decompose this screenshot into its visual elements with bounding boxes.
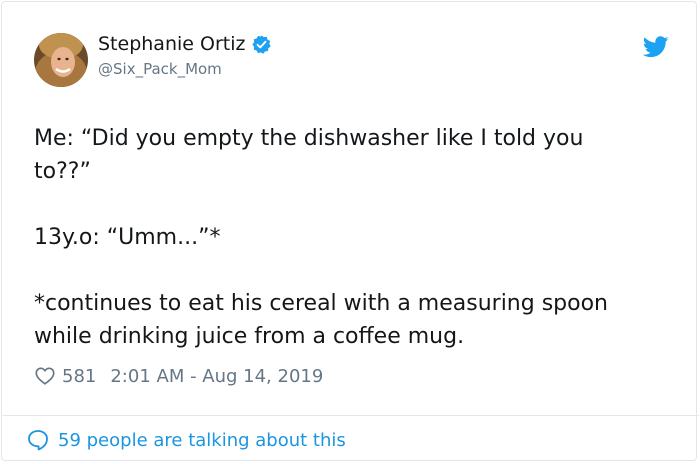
author-name[interactable]: Stephanie Ortiz bbox=[98, 33, 245, 55]
divider bbox=[3, 415, 699, 416]
avatar-image bbox=[34, 33, 88, 87]
twitter-bird-icon[interactable] bbox=[643, 36, 669, 58]
timestamp[interactable]: 2:01 AM - Aug 14, 2019 bbox=[110, 366, 323, 387]
tweet-meta: 581 2:01 AM - Aug 14, 2019 bbox=[34, 365, 323, 387]
conversation-link[interactable]: 59 people are talking about this bbox=[26, 428, 346, 452]
tweet-text: Me: “Did you empty the dishwasher like I… bbox=[34, 126, 608, 349]
tweet-card: Stephanie Ortiz @Six_Pack_Mom Me: “Did y… bbox=[1, 1, 699, 461]
like-count[interactable]: 581 bbox=[62, 366, 96, 387]
avatar[interactable] bbox=[34, 33, 88, 87]
heart-icon[interactable] bbox=[34, 365, 56, 387]
verified-badge-icon bbox=[252, 34, 272, 54]
author-handle[interactable]: @Six_Pack_Mom bbox=[98, 60, 222, 78]
author-row: Stephanie Ortiz bbox=[98, 33, 272, 55]
conversation-label[interactable]: 59 people are talking about this bbox=[58, 430, 346, 451]
speech-bubble-icon bbox=[28, 430, 48, 451]
